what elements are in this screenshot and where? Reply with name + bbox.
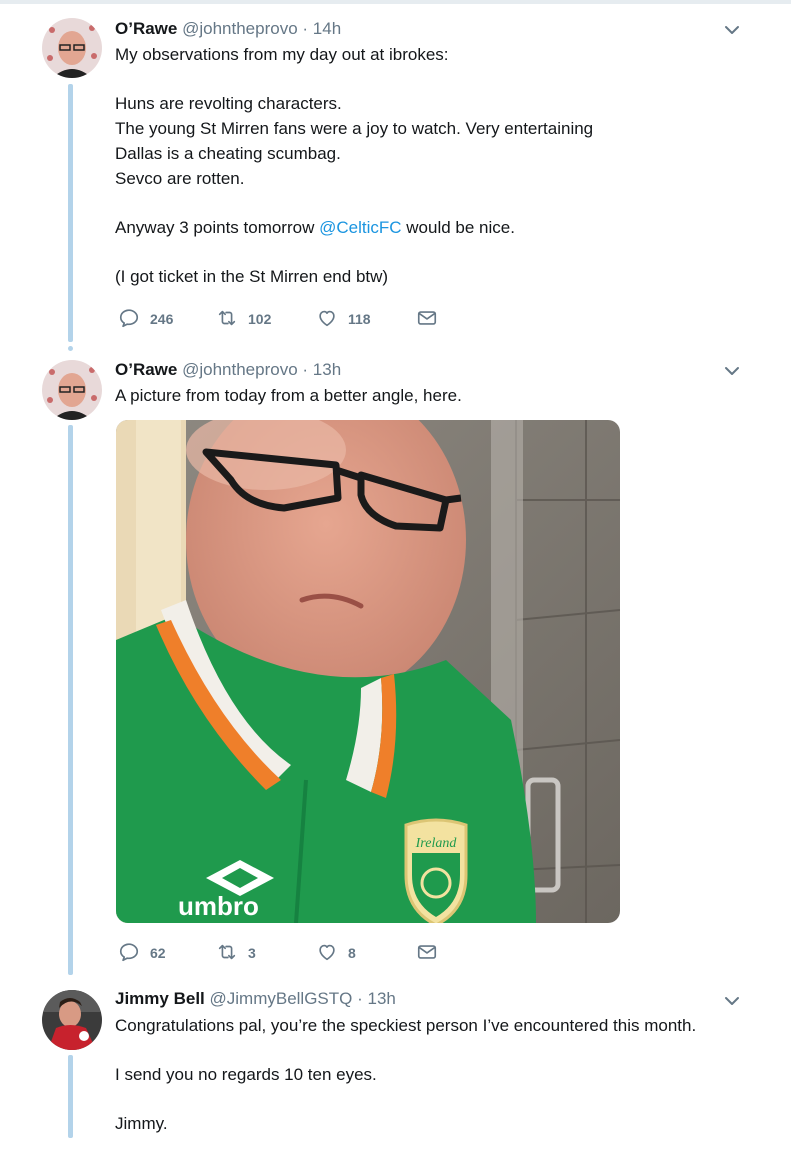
timestamp[interactable]: 14h (313, 19, 341, 38)
retweet-icon (216, 307, 238, 332)
reply-button[interactable]: 62 (118, 941, 166, 965)
text-line: (I got ticket in the St Mirren end btw) (115, 267, 389, 286)
reply-button[interactable]: 246 (118, 307, 173, 331)
avatar-orawe[interactable] (42, 18, 102, 78)
user-handle[interactable]: @johntheprovo (182, 19, 298, 38)
tweet-header: O’Rawe @johntheprovo · 13h (115, 360, 341, 380)
tweet-text: Congratulations pal, you’re the speckies… (115, 1013, 755, 1136)
retweet-icon (216, 941, 238, 966)
reply-icon (118, 307, 140, 332)
like-icon (316, 307, 338, 332)
tweet-header: Jimmy Bell @JimmyBellGSTQ · 13h (115, 989, 396, 1009)
text-line: Anyway 3 points tomorrow @CelticFC would… (115, 215, 755, 240)
thread-dot (68, 346, 73, 351)
timestamp[interactable]: 13h (313, 360, 341, 379)
direct-message-icon (416, 307, 438, 332)
separator: · (302, 360, 309, 379)
like-count: 8 (348, 945, 356, 961)
thread-line (68, 1055, 73, 1138)
text-line: My observations from my day out at ibrok… (115, 45, 449, 64)
avatar-orawe[interactable] (42, 360, 102, 420)
display-name[interactable]: Jimmy Bell (115, 989, 205, 1008)
tweet-text: My observations from my day out at ibrok… (115, 42, 755, 289)
chevron-down-icon[interactable] (724, 363, 740, 379)
mention-link[interactable]: @CelticFC (319, 218, 401, 237)
tweet-photo[interactable]: umbro Ireland (116, 420, 620, 923)
direct-message-button[interactable] (416, 307, 438, 331)
retweet-button[interactable]: 3 (216, 941, 256, 965)
text-line: Congratulations pal, you’re the speckies… (115, 1016, 697, 1035)
thread-line (68, 425, 73, 975)
text-line: Sevco are rotten. (115, 169, 245, 188)
text-line: Dallas is a cheating scumbag. (115, 144, 341, 163)
text-line: Jimmy. (115, 1114, 168, 1133)
display-name[interactable]: O’Rawe (115, 360, 177, 379)
avatar-jimmy-bell[interactable] (42, 990, 102, 1050)
text-line: A picture from today from a better angle… (115, 386, 462, 405)
chevron-down-icon[interactable] (724, 993, 740, 1009)
reply-count: 62 (150, 945, 166, 961)
reply-count: 246 (150, 311, 174, 327)
text-line: I send you no regards 10 ten eyes. (115, 1065, 377, 1084)
display-name[interactable]: O’Rawe (115, 19, 177, 38)
thread-line (68, 84, 73, 342)
tweet-text: A picture from today from a better angle… (115, 383, 755, 408)
text-line: The young St Mirren fans were a joy to w… (115, 119, 594, 138)
badge-text: Ireland (415, 836, 458, 851)
tweet-1[interactable]: O’Rawe @johntheprovo · 14h My observatio… (0, 0, 791, 351)
text-line: Huns are revolting characters. (115, 94, 342, 113)
like-button[interactable]: 118 (316, 307, 371, 331)
separator: · (302, 19, 309, 38)
direct-message-icon (416, 941, 438, 966)
retweet-count: 102 (248, 311, 272, 327)
user-handle[interactable]: @JimmyBellGSTQ (210, 989, 353, 1008)
chevron-down-icon[interactable] (724, 22, 740, 38)
like-button[interactable]: 8 (316, 941, 356, 965)
tweet-header: O’Rawe @johntheprovo · 14h (115, 19, 341, 39)
user-handle[interactable]: @johntheprovo (182, 360, 298, 379)
separator: · (357, 989, 363, 1008)
reply-icon (118, 941, 140, 966)
like-count: 118 (348, 311, 371, 327)
jersey-brand-text: umbro (178, 891, 259, 921)
text-fragment: Anyway 3 points tomorrow (115, 218, 320, 237)
retweet-count: 3 (248, 945, 256, 961)
like-icon (316, 941, 338, 966)
timestamp[interactable]: 13h (368, 989, 396, 1008)
text-fragment: would be nice. (401, 218, 515, 237)
direct-message-button[interactable] (416, 941, 438, 965)
tweet-3[interactable]: Jimmy Bell @JimmyBellGSTQ · 13h Congratu… (0, 985, 791, 1165)
retweet-button[interactable]: 102 (216, 307, 271, 331)
